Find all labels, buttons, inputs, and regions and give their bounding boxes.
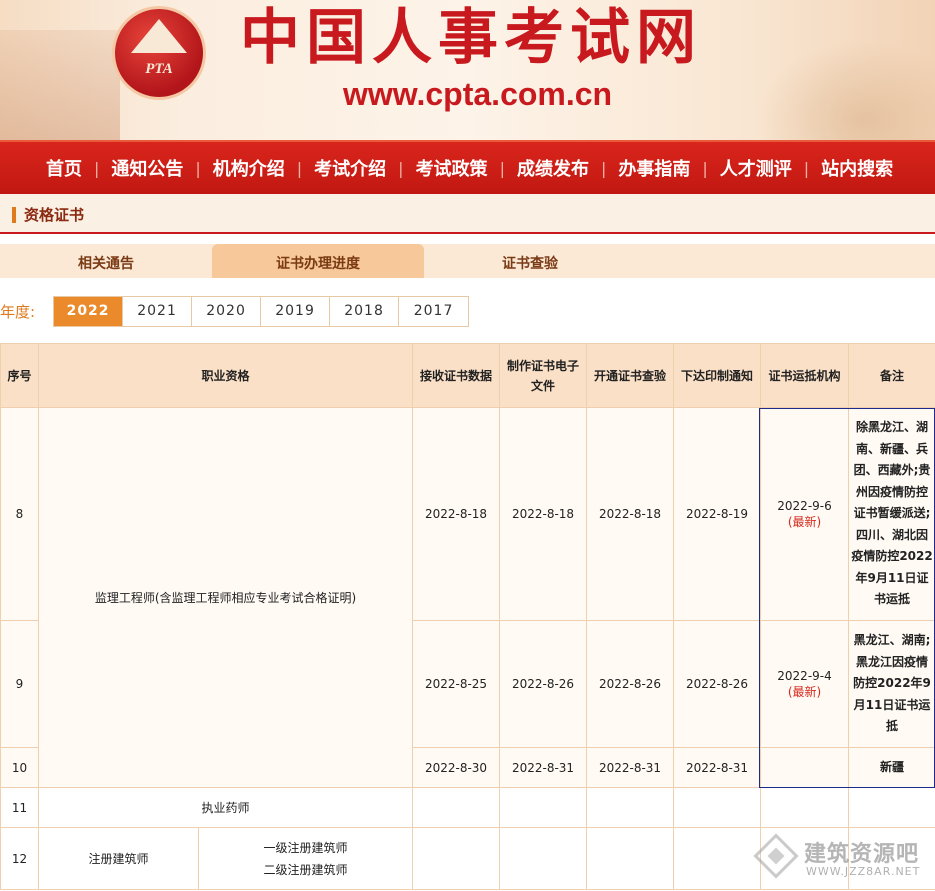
cell-empty bbox=[760, 787, 850, 828]
cell-empty bbox=[673, 787, 762, 828]
cell-seq: 12 bbox=[0, 827, 39, 890]
site-url: www.cpta.com.cn bbox=[343, 76, 613, 112]
ship-date: 2022-9-4 bbox=[777, 668, 832, 683]
year-label: 年度: bbox=[0, 302, 36, 321]
sub-qualification: 二级注册建筑师 bbox=[263, 862, 348, 877]
year-option-2021[interactable]: 2021 bbox=[123, 296, 193, 326]
cell-note: 除黑龙江、湖南、新疆、兵团、西藏外;贵州因疫情防控证书暂缓派送; 四川、湖北因疫… bbox=[848, 407, 935, 621]
header-note: 备注 bbox=[848, 343, 935, 408]
cell-empty bbox=[412, 827, 501, 890]
newest-tag: (最新) bbox=[787, 514, 822, 529]
cell-empty bbox=[586, 787, 675, 828]
cell-make: 2022-8-26 bbox=[499, 620, 588, 748]
cell-receive: 2022-8-30 bbox=[412, 747, 501, 788]
cell-empty bbox=[586, 827, 675, 890]
year-option-2020[interactable]: 2020 bbox=[192, 296, 262, 326]
header-make: 制作证书电子文件 bbox=[499, 343, 588, 408]
watermark-url: WWW.JZZ8AR.NET bbox=[806, 865, 921, 878]
cell-receive: 2022-8-18 bbox=[412, 407, 501, 621]
cell-ship: 2022-9-6 (最新) bbox=[760, 407, 850, 621]
main-nav: 首页 | 通知公告 | 机构介绍 | 考试介绍 | 考试政策 | 成绩发布 | 办事指南 | … bbox=[0, 140, 935, 194]
year-option-2022[interactable]: 2022 bbox=[54, 296, 124, 326]
year-options: 2022 2021 2020 2019 2018 2017 bbox=[53, 295, 470, 327]
watermark: 建筑资源吧 WWW.JZZ8AR.NET bbox=[753, 830, 931, 886]
cell-qualification-group: 监理工程师(含监理工程师相应专业考试合格证明) bbox=[37, 407, 414, 788]
table-header-row: 序号 职业资格 接收证书数据 制作证书电子文件 开通证书查验 下达印制通知 证书… bbox=[0, 343, 935, 408]
cell-empty bbox=[412, 787, 501, 828]
cell-print: 2022-8-26 bbox=[673, 620, 762, 748]
cell-make: 2022-8-18 bbox=[499, 407, 588, 621]
pta-logo[interactable]: PTA bbox=[112, 6, 206, 100]
cell-empty bbox=[848, 787, 935, 828]
ship-date: 2022-9-6 bbox=[777, 498, 832, 513]
newest-tag: (最新) bbox=[787, 684, 822, 699]
year-filter: 年度: 2022 2021 2020 2019 2018 2017 bbox=[0, 295, 470, 327]
table-row: 11 执业药师 bbox=[0, 787, 935, 828]
cell-empty bbox=[499, 787, 588, 828]
stadium-decoration bbox=[755, 40, 935, 140]
nav-item-policy[interactable]: 考试政策 bbox=[404, 155, 500, 181]
header-verify: 开通证书查验 bbox=[586, 343, 675, 408]
cell-print: 2022-8-19 bbox=[673, 407, 762, 621]
cell-seq: 8 bbox=[0, 407, 39, 621]
watermark-text: 建筑资源吧 bbox=[804, 842, 920, 867]
cell-receive: 2022-8-25 bbox=[412, 620, 501, 748]
tab-bar: 相关通告 证书办理进度 证书查验 bbox=[0, 244, 935, 278]
header-print: 下达印制通知 bbox=[673, 343, 762, 408]
table-row: 8 监理工程师(含监理工程师相应专业考试合格证明) 2022-8-18 2022… bbox=[0, 407, 935, 788]
site-title: 中国人事考试网 bbox=[240, 3, 702, 73]
year-option-2018[interactable]: 2018 bbox=[330, 296, 400, 326]
cell-empty bbox=[673, 827, 762, 890]
site-banner: PTA 中国人事考试网 www.cpta.com.cn bbox=[0, 0, 935, 140]
header-receive: 接收证书数据 bbox=[412, 343, 501, 408]
section-header: 资格证书 bbox=[0, 194, 935, 234]
nav-item-home[interactable]: 首页 bbox=[34, 155, 94, 181]
tab-related-notices[interactable]: 相关通告 bbox=[0, 244, 212, 278]
cell-verify: 2022-8-31 bbox=[586, 747, 675, 788]
cell-seq: 10 bbox=[0, 747, 39, 788]
cell-note: 新疆 bbox=[848, 747, 935, 788]
nav-item-scores[interactable]: 成绩发布 bbox=[505, 155, 601, 181]
cell-verify: 2022-8-18 bbox=[586, 407, 675, 621]
nav-item-notices[interactable]: 通知公告 bbox=[99, 155, 195, 181]
cell-sub-qualifications: 一级注册建筑师 二级注册建筑师 bbox=[197, 827, 414, 890]
cell-make: 2022-8-31 bbox=[499, 747, 588, 788]
section-marker bbox=[12, 207, 16, 223]
cell-print: 2022-8-31 bbox=[673, 747, 762, 788]
sub-qualification: 一级注册建筑师 bbox=[263, 840, 348, 855]
header-seq: 序号 bbox=[0, 343, 39, 408]
section-title: 资格证书 bbox=[24, 206, 85, 224]
tab-verify[interactable]: 证书查验 bbox=[424, 244, 636, 278]
cell-qualification: 执业药师 bbox=[37, 787, 414, 828]
tab-progress[interactable]: 证书办理进度 bbox=[212, 244, 424, 278]
nav-item-about[interactable]: 机构介绍 bbox=[201, 155, 297, 181]
nav-item-exams[interactable]: 考试介绍 bbox=[302, 155, 398, 181]
cell-ship: 2022-9-4 (最新) bbox=[760, 620, 850, 748]
logo-text: PTA bbox=[145, 61, 173, 77]
nav-item-search[interactable]: 站内搜索 bbox=[809, 155, 905, 181]
roof-icon bbox=[131, 19, 187, 53]
cell-qualification: 注册建筑师 bbox=[38, 827, 199, 890]
progress-table: 序号 职业资格 接收证书数据 制作证书电子文件 开通证书查验 下达印制通知 证书… bbox=[0, 343, 935, 890]
year-option-2017[interactable]: 2017 bbox=[399, 296, 469, 326]
cell-verify: 2022-8-26 bbox=[586, 620, 675, 748]
year-option-2019[interactable]: 2019 bbox=[261, 296, 331, 326]
header-ship: 证书运抵机构 bbox=[760, 343, 850, 408]
cell-ship bbox=[760, 747, 850, 788]
cell-note: 黑龙江、湖南; 黑龙江因疫情防控2022年9月11日证书运抵 bbox=[848, 620, 935, 748]
nav-item-assessment[interactable]: 人才测评 bbox=[708, 155, 804, 181]
great-wall-decoration bbox=[0, 30, 120, 140]
cell-empty bbox=[499, 827, 588, 890]
cell-seq: 9 bbox=[0, 620, 39, 748]
nav-item-guide[interactable]: 办事指南 bbox=[606, 155, 702, 181]
cell-seq: 11 bbox=[0, 787, 39, 828]
header-qualification: 职业资格 bbox=[37, 343, 414, 408]
